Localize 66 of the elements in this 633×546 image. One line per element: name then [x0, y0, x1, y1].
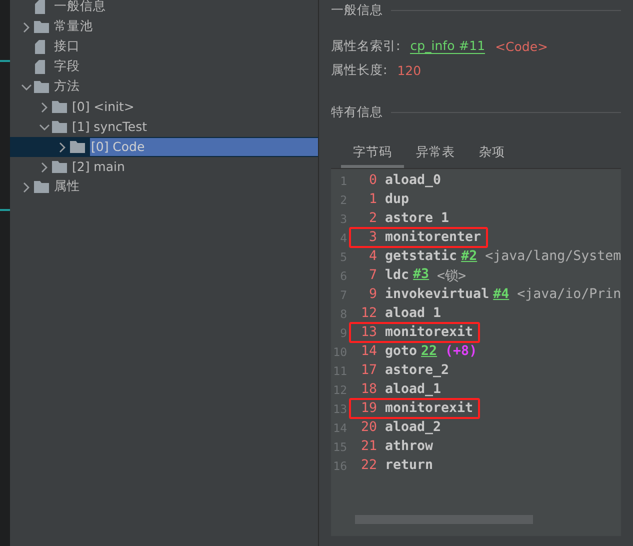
folder-icon — [52, 161, 67, 173]
instruction: astore_2 — [385, 363, 450, 378]
tab[interactable]: 异常表 — [404, 140, 467, 168]
tree-item[interactable]: [1] syncTest — [72, 118, 151, 136]
folder-icon — [34, 21, 49, 33]
constant-link[interactable]: #2 — [461, 249, 478, 264]
operand-comment: <java/lang/System — [485, 249, 622, 264]
constant-link[interactable]: #4 — [493, 287, 510, 302]
offset: 9 — [368, 287, 377, 302]
instruction: monitorexit — [385, 325, 474, 340]
tree-item[interactable]: [0] <init> — [72, 98, 138, 116]
instruction: goto — [385, 344, 418, 359]
tree-item[interactable]: [2] main — [72, 158, 129, 176]
instruction: astore 1 — [385, 211, 450, 226]
offset: 18 — [360, 382, 377, 397]
offset: 12 — [360, 306, 377, 321]
offset: 7 — [368, 268, 377, 283]
jump-offset: (+8) — [445, 344, 478, 359]
tree-item[interactable]: 字段 — [54, 57, 84, 77]
instruction: invokevirtual — [385, 287, 490, 302]
instruction: aload_1 — [385, 382, 442, 397]
constant-link[interactable]: #3 — [413, 266, 430, 284]
instruction: aload 1 — [385, 306, 442, 321]
instruction: getstatic — [385, 249, 458, 264]
instruction: dup — [385, 192, 410, 207]
tree-item[interactable]: 方法 — [54, 77, 84, 97]
constant-link[interactable]: cp_info #11 — [410, 38, 486, 54]
tab[interactable]: 杂项 — [467, 140, 517, 168]
field-value: <Code> — [495, 38, 548, 54]
instruction: monitorenter — [385, 230, 482, 245]
field-label: 属性名索引: — [331, 38, 400, 54]
instruction: athrow — [385, 439, 434, 454]
section-title: 特有信息 — [331, 104, 383, 120]
offset: 2 — [368, 211, 377, 226]
offset: 1 — [368, 192, 377, 207]
offset: 19 — [360, 401, 377, 416]
constant-link[interactable]: 22 — [421, 344, 438, 359]
instruction: monitorexit — [385, 401, 474, 416]
offset: 21 — [360, 439, 377, 454]
instruction: ldc — [385, 268, 410, 283]
section-title: 一般信息 — [331, 2, 383, 18]
operand-comment: <锁> — [437, 268, 466, 284]
instruction: aload_2 — [385, 420, 442, 435]
tree-item[interactable]: 一般信息 — [54, 0, 110, 17]
folder-icon — [34, 81, 49, 93]
offset: 4 — [368, 249, 377, 264]
field-value: 120 — [397, 62, 422, 78]
folder-icon — [34, 181, 49, 193]
folder-icon — [52, 121, 67, 133]
offset: 22 — [360, 458, 377, 473]
folder-icon — [70, 141, 85, 153]
tree-item[interactable]: [0] Code — [90, 138, 318, 156]
folder-icon — [52, 101, 67, 113]
instruction: aload_0 — [385, 173, 442, 188]
instruction: return — [385, 458, 434, 473]
tree-item[interactable]: 属性 — [54, 177, 84, 197]
offset: 17 — [360, 363, 377, 378]
tree-item[interactable]: 接口 — [54, 37, 84, 57]
field-label: 属性长度: — [331, 62, 388, 78]
offset: 13 — [360, 325, 377, 340]
tree-item[interactable]: 常量池 — [54, 17, 97, 37]
operand-comment: <java/io/Prin — [517, 287, 622, 302]
offset: 14 — [360, 344, 377, 359]
offset: 0 — [368, 173, 377, 188]
offset: 20 — [360, 420, 377, 435]
offset: 3 — [368, 230, 377, 245]
